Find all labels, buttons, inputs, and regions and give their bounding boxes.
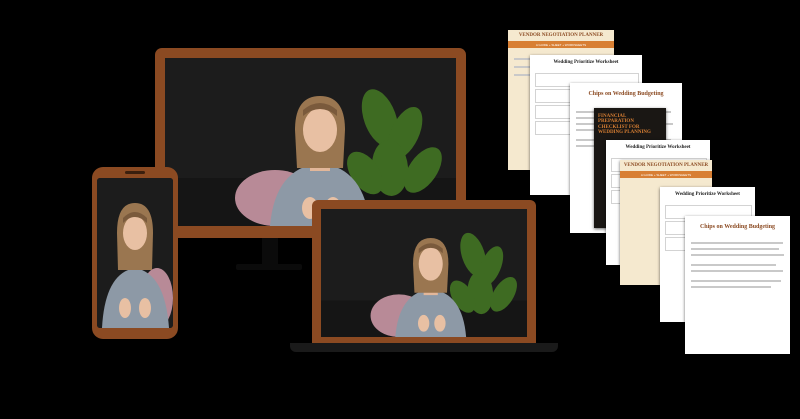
document-title: VENDOR NEGOTIATION PLANNER [623, 163, 709, 168]
document-page: Chips on Wedding Budgeting [685, 216, 790, 354]
phone-speaker-icon [125, 171, 145, 174]
document-title: Wedding Prioritize Worksheet [553, 60, 619, 65]
document-subtitle: A GUIDE + SHEET + WORKSHEETS [535, 43, 587, 47]
document-subtitle: A GUIDE + SHEET + WORKSHEETS [640, 173, 692, 177]
document-title: Chips on Wedding Budgeting [699, 224, 776, 230]
laptop-lid [312, 200, 536, 343]
mockup-stage: VENDOR NEGOTIATION PLANNER A GUIDE + SHE… [0, 0, 800, 419]
video-scene-phone [97, 178, 173, 328]
document-title: Chips on Wedding Budgeting [588, 91, 664, 97]
document-title: FINANCIAL PREPARATION CHECKLIST FOR WEDD… [598, 114, 651, 135]
phone-screen [97, 178, 173, 328]
phone [92, 167, 178, 339]
document-title: Wedding Prioritize Worksheet [625, 145, 691, 150]
laptop-base [290, 343, 558, 352]
laptop-screen [321, 209, 527, 337]
document-title: VENDOR NEGOTIATION PLANNER [518, 33, 604, 38]
monitor-base [236, 264, 302, 270]
video-scene-laptop [321, 209, 527, 337]
document-title: Wedding Prioritize Worksheet [675, 192, 740, 197]
